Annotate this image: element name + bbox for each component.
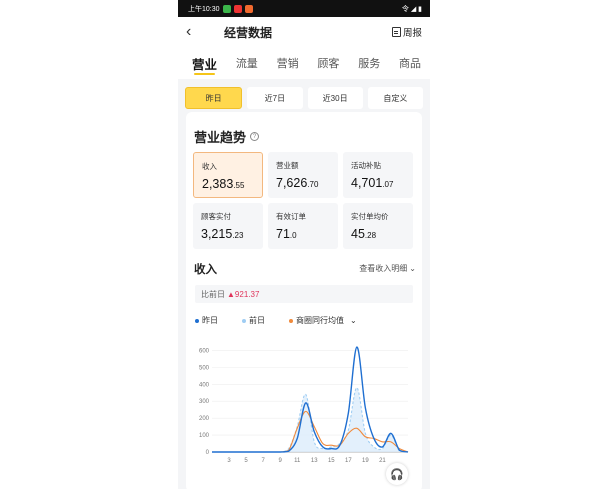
y-tick-label: 200: [199, 416, 210, 422]
tab-marketing[interactable]: 营销: [277, 47, 299, 79]
metric-income[interactable]: 收入 2,383.55: [193, 152, 263, 198]
metric-subsidy[interactable]: 活动补贴 4,701.07: [343, 152, 413, 198]
dot-icon: [289, 318, 293, 323]
metric-avg-order-price[interactable]: 实付单均价 45.28: [343, 203, 413, 249]
business-trend-card: 营业趋势 ? 收入 2,383.55 营业额 7,626.70 活动补贴 4,7…: [186, 112, 422, 489]
dot-icon: [242, 318, 246, 323]
range-yesterday[interactable]: 昨日: [185, 87, 243, 109]
x-tick-label: 7: [261, 458, 265, 464]
y-tick-label: 300: [199, 399, 210, 405]
chart-legend: 昨日 前日 商圈同行均值 ⌄: [195, 315, 381, 326]
legend-yesterday[interactable]: 昨日: [195, 315, 218, 326]
weekly-label: 周报: [402, 28, 422, 39]
metric-customer-paid[interactable]: 顾客实付 3,215.23: [193, 203, 263, 249]
legend-day-before[interactable]: 前日: [242, 315, 265, 326]
status-indicators: 令 ◢ ▮: [401, 5, 422, 13]
income-title: 收入: [194, 264, 217, 276]
chevron-down-icon: ⌄: [350, 316, 357, 325]
range-30-days[interactable]: 近30日: [307, 87, 363, 109]
range-7-days[interactable]: 近7日: [247, 87, 303, 109]
x-tick-label: 15: [328, 458, 335, 464]
app-icon: [233, 4, 242, 13]
compare-delta: ▲921.37: [227, 289, 260, 299]
x-tick-label: 9: [279, 458, 283, 464]
x-tick-label: 5: [244, 458, 248, 464]
nav-bar: ‹ 经营数据 周报: [178, 17, 430, 47]
metrics-grid: 收入 2,383.55 营业额 7,626.70 活动补贴 4,701.07 顾…: [193, 152, 413, 249]
dot-icon: [195, 318, 199, 323]
income-detail-link[interactable]: 查看收入明细 ⌄: [359, 263, 416, 274]
phone-screen: 上午10:30 令 ◢ ▮ ‹ 经营数据 周报 营业 流量 营销 顾客 服务 商…: [178, 0, 430, 489]
x-tick-label: 11: [294, 458, 301, 464]
headset-icon: 🎧: [390, 468, 404, 481]
tab-customers[interactable]: 顾客: [317, 47, 339, 79]
app-icon: [244, 4, 253, 13]
y-tick-label: 0: [206, 450, 210, 456]
y-tick-label: 100: [199, 433, 210, 439]
compare-box: 比前日 ▲921.37: [195, 285, 413, 303]
metric-turnover[interactable]: 营业额 7,626.70: [268, 152, 338, 198]
status-bar: 上午10:30 令 ◢ ▮: [178, 0, 430, 17]
series-area-1: [212, 387, 408, 452]
customer-service-button[interactable]: 🎧: [386, 463, 408, 485]
metric-valid-orders[interactable]: 有效订单 71.0: [268, 203, 338, 249]
tab-traffic[interactable]: 流量: [236, 47, 258, 79]
tab-business[interactable]: 营业: [192, 47, 217, 79]
chevron-down-icon: ⌄: [409, 264, 416, 273]
income-line-chart: 0 100 200 300 400 500 600 3 5 7 9 11 13 15 17 19 21: [199, 346, 409, 464]
x-tick-label: 19: [362, 458, 369, 464]
y-tick-label: 600: [199, 348, 210, 354]
x-tick-label: 21: [379, 458, 386, 464]
back-arrow-icon[interactable]: ‹: [186, 24, 204, 40]
y-tick-label: 400: [199, 382, 210, 388]
tab-products[interactable]: 商品: [399, 47, 421, 79]
x-tick-label: 3: [227, 458, 231, 464]
category-tabs: 营业 流量 营销 顾客 服务 商品: [178, 47, 430, 79]
y-tick-label: 500: [199, 365, 210, 371]
report-icon: [391, 27, 401, 37]
tab-service[interactable]: 服务: [358, 47, 380, 79]
help-icon[interactable]: ?: [250, 132, 260, 141]
app-icon: [222, 4, 231, 13]
weekly-report-button[interactable]: 周报: [391, 25, 422, 39]
page-title: 经营数据: [224, 25, 273, 40]
status-time: 上午10:30: [188, 5, 220, 13]
date-range-selector: 昨日 近7日 近30日 自定义: [178, 79, 430, 109]
section-title: 营业趋势 ?: [194, 127, 260, 146]
legend-peer-average[interactable]: 商圈同行均值 ⌄: [289, 315, 357, 326]
x-tick-label: 17: [345, 458, 352, 464]
range-custom[interactable]: 自定义: [367, 87, 423, 109]
x-tick-label: 13: [311, 458, 318, 464]
